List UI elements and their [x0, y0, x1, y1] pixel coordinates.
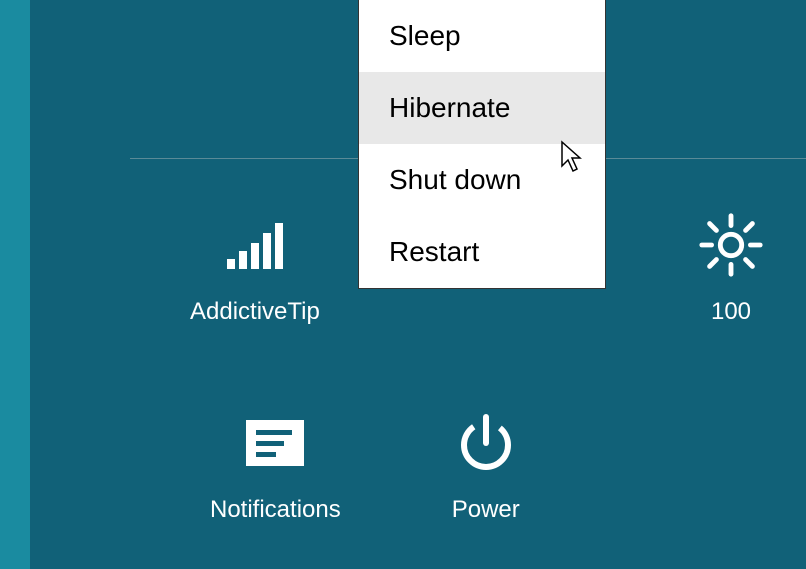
charm-bar-edge [0, 0, 30, 569]
notifications-tile[interactable]: Notifications [210, 408, 341, 524]
power-menu: Sleep Hibernate Shut down Restart [358, 0, 606, 289]
brightness-tile[interactable]: 100 [696, 210, 766, 326]
network-signal-icon [220, 210, 290, 280]
network-label: AddictiveTip [190, 298, 320, 326]
brightness-value: 100 [711, 298, 751, 326]
power-menu-item-restart[interactable]: Restart [359, 216, 605, 288]
notifications-icon [240, 408, 310, 478]
power-icon [451, 408, 521, 478]
brightness-icon [696, 210, 766, 280]
power-label: Power [452, 496, 520, 524]
power-tile[interactable]: Power [451, 408, 521, 524]
power-menu-item-hibernate[interactable]: Hibernate [359, 72, 605, 144]
power-menu-item-sleep[interactable]: Sleep [359, 0, 605, 72]
notifications-label: Notifications [210, 496, 341, 524]
power-menu-item-shutdown[interactable]: Shut down [359, 144, 605, 216]
network-tile[interactable]: AddictiveTip [190, 210, 320, 326]
